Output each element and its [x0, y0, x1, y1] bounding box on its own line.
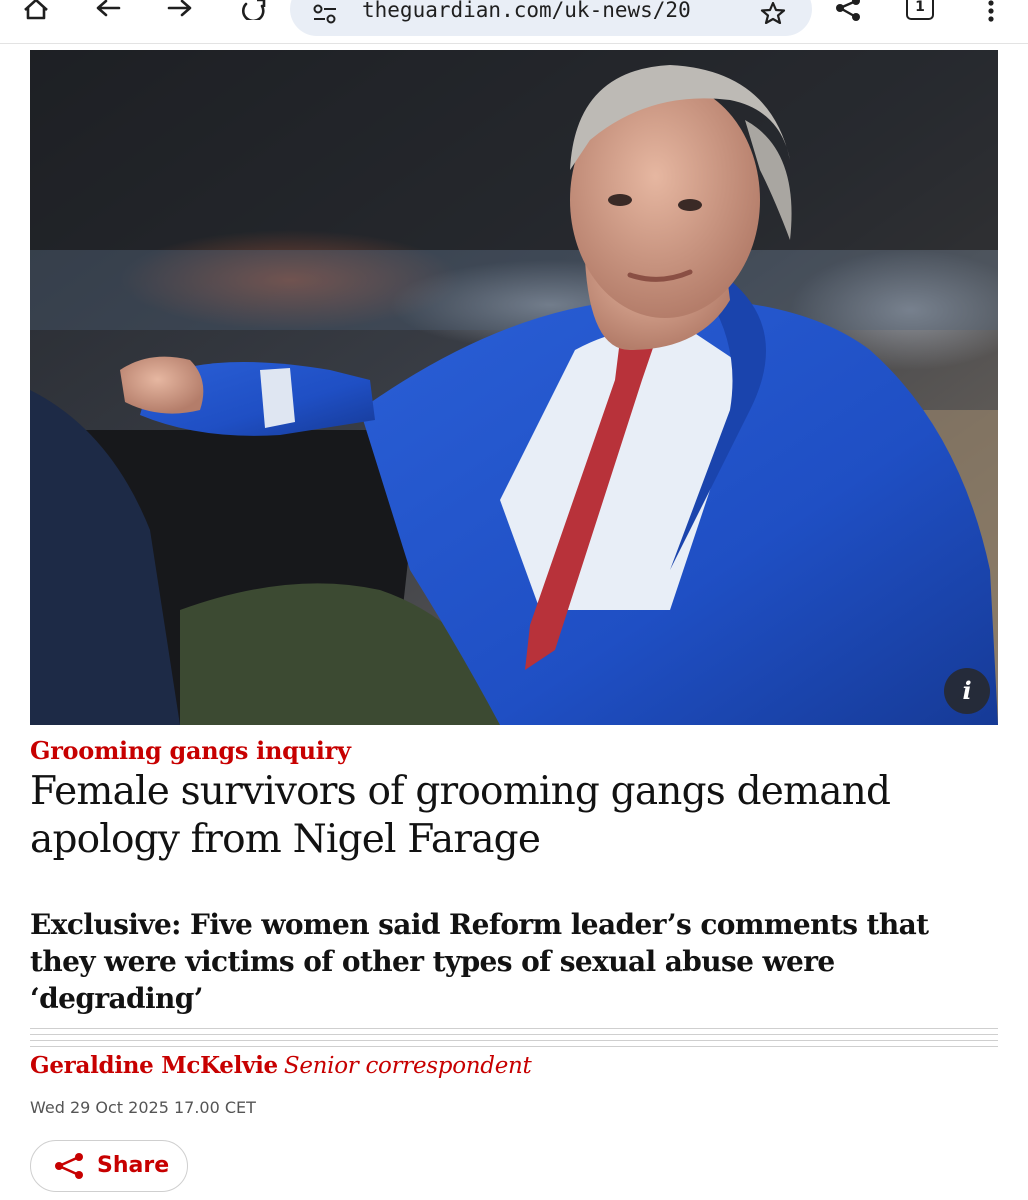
image-info-button[interactable]: i — [944, 668, 990, 714]
section-kicker-link[interactable]: Grooming gangs inquiry — [30, 736, 351, 765]
url-bar[interactable]: theguardian.com/uk-news/20 — [290, 0, 812, 36]
byline: Geraldine McKelvie Senior correspondent — [30, 1052, 532, 1079]
share-icon — [53, 1153, 85, 1183]
share-button[interactable]: Share — [30, 1140, 188, 1192]
back-arrow-icon[interactable] — [94, 0, 122, 24]
share-label: Share — [97, 1153, 170, 1178]
author-link[interactable]: Geraldine McKelvie — [30, 1052, 278, 1079]
divider-lines — [30, 1028, 998, 1050]
hero-image — [30, 50, 998, 725]
article-standfirst: Exclusive: Five women said Reform leader… — [30, 908, 929, 1015]
home-icon[interactable] — [22, 0, 50, 24]
publication-date: Wed 29 Oct 2025 17.00 CET — [30, 1098, 256, 1117]
tab-switcher-icon[interactable]: 1 — [906, 0, 934, 20]
browser-toolbar: theguardian.com/uk-news/20 1 — [0, 0, 1028, 44]
reload-icon[interactable] — [240, 0, 268, 24]
site-settings-icon[interactable] — [312, 4, 338, 28]
url-text[interactable]: theguardian.com/uk-news/20 — [362, 0, 702, 22]
share-icon[interactable] — [834, 0, 862, 24]
hero-illustration — [30, 50, 998, 725]
bookmark-star-icon[interactable] — [760, 1, 786, 28]
overflow-menu-icon[interactable] — [986, 0, 996, 24]
author-role: Senior correspondent — [283, 1053, 532, 1079]
article-headline: Female survivors of grooming gangs deman… — [30, 769, 891, 862]
forward-arrow-icon[interactable] — [166, 0, 194, 24]
